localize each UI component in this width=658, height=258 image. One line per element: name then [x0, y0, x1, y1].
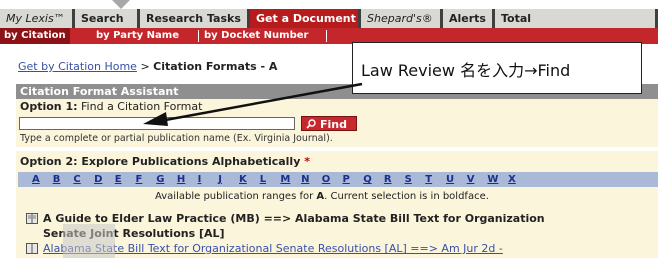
callout-arrow-icon [143, 82, 363, 126]
